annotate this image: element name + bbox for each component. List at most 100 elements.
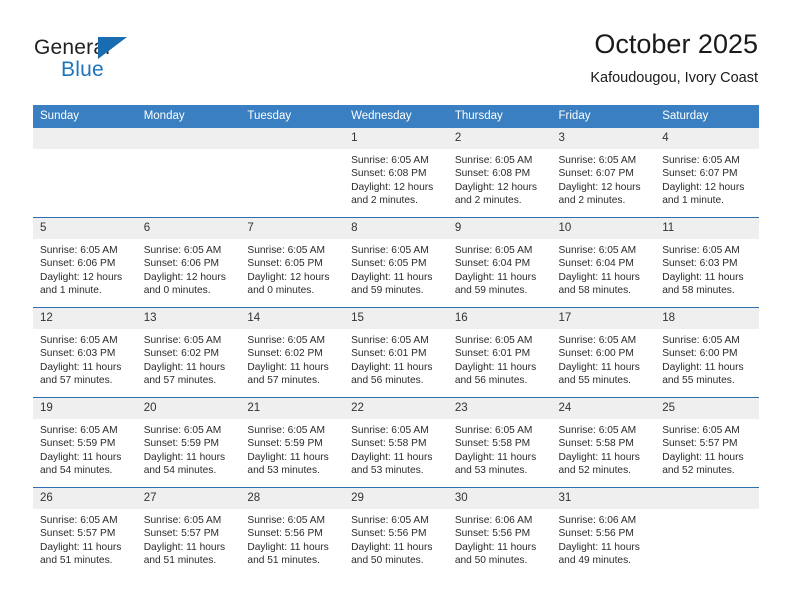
calendar-week-row: 19 Sunrise: 6:05 AM Sunset: 5:59 PM Dayligh… [33,397,759,488]
calendar-day-cell[interactable]: 1 Sunrise: 6:05 AM Sunset: 6:08 PM Daylight… [344,128,448,218]
sunrise-text: Sunrise: 6:05 AM [247,335,325,346]
sunset-text: Sunset: 5:56 PM [351,528,427,540]
sunrise-text: Sunrise: 6:05 AM [40,515,118,526]
day-details: Sunrise: 6:05 AM Sunset: 6:07 PM Daylight:… [655,149,759,208]
sunrise-text: Sunrise: 6:05 AM [247,515,325,526]
day-number: 20 [136,398,241,419]
calendar-day-cell-empty [33,128,137,218]
calendar-day-cell[interactable]: 13 Sunrise: 6:05 AM Sunset: 6:02 PM Dayligh… [136,307,241,398]
day-details: Sunrise: 6:05 AM Sunset: 5:59 PM Daylight:… [240,419,344,478]
sunset-text: Sunset: 6:04 PM [454,258,531,270]
calendar-day-cell[interactable]: 21 Sunrise: 6:05 AM Sunset: 5:59 PM Dayligh… [240,397,345,488]
calendar-day-cell[interactable]: 18 Sunrise: 6:05 AM Sunset: 6:00 PM Dayligh… [655,307,759,398]
daylight-text: Daylight: 11 hours and 51 minutes. [40,541,122,567]
calendar-day-cell[interactable]: 5 Sunrise: 6:05 AM Sunset: 6:06 PM Daylight… [33,217,137,308]
day-details: Sunrise: 6:05 AM Sunset: 6:01 PM Daylight:… [344,329,448,388]
daylight-text: Daylight: 11 hours and 53 minutes. [247,451,329,477]
sunset-text: Sunset: 5:58 PM [454,438,531,450]
calendar-day-cell[interactable]: 4 Sunrise: 6:05 AM Sunset: 6:07 PM Daylight… [655,128,759,218]
day-number: 24 [551,398,656,419]
day-details: Sunrise: 6:05 AM Sunset: 6:08 PM Daylight:… [448,149,552,208]
sunset-text: Sunset: 6:00 PM [558,348,634,360]
sunset-text: Sunset: 6:03 PM [40,348,116,360]
calendar-day-cell[interactable]: 23 Sunrise: 6:05 AM Sunset: 5:58 PM Dayligh… [447,397,552,488]
calendar-day-cell[interactable]: 14 Sunrise: 6:05 AM Sunset: 6:02 PM Dayligh… [240,307,345,398]
calendar-day-cell[interactable]: 24 Sunrise: 6:05 AM Sunset: 5:58 PM Dayligh… [551,397,656,488]
general-blue-logo[interactable]: General Blue [34,28,234,90]
sunset-text: Sunset: 6:02 PM [247,348,323,360]
title-block: October 2025 Kafoudougou, Ivory Coast [590,28,758,88]
sunset-text: Sunset: 5:59 PM [40,438,116,450]
calendar-day-cell[interactable]: 17 Sunrise: 6:05 AM Sunset: 6:00 PM Dayligh… [551,307,656,398]
sunset-text: Sunset: 5:58 PM [558,438,634,450]
daylight-text: Daylight: 11 hours and 56 minutes. [351,361,433,387]
day-number: 9 [447,218,552,239]
sunrise-text: Sunrise: 6:06 AM [558,515,637,526]
day-details: Sunrise: 6:05 AM Sunset: 6:04 PM Daylight:… [448,239,552,298]
calendar-day-cell[interactable]: 8 Sunrise: 6:05 AM Sunset: 6:05 PM Daylight… [344,217,448,308]
calendar-day-cell-empty [655,487,759,577]
calendar-day-cell[interactable]: 3 Sunrise: 6:05 AM Sunset: 6:07 PM Daylight… [551,128,656,218]
page-title: October 2025 [594,29,758,59]
daylight-text: Daylight: 11 hours and 55 minutes. [662,361,744,387]
calendar-week-row: 12 Sunrise: 6:05 AM Sunset: 6:03 PM Dayligh… [33,307,759,398]
calendar-day-cell[interactable]: 11 Sunrise: 6:05 AM Sunset: 6:03 PM Dayligh… [655,217,759,308]
calendar-day-cell[interactable]: 7 Sunrise: 6:05 AM Sunset: 6:05 PM Daylight… [240,217,345,308]
calendar-day-cell[interactable]: 25 Sunrise: 6:05 AM Sunset: 5:57 PM Dayligh… [655,397,759,488]
calendar-day-cell[interactable]: 9 Sunrise: 6:05 AM Sunset: 6:04 PM Daylight… [447,217,552,308]
day-details: Sunrise: 6:05 AM Sunset: 6:00 PM Daylight:… [552,329,656,388]
day-details: Sunrise: 6:05 AM Sunset: 6:08 PM Daylight:… [344,149,448,208]
page-header: General Blue October 2025 Kafoudougou, I… [34,28,758,98]
sunrise-text: Sunrise: 6:05 AM [40,335,118,346]
calendar-day-cell[interactable]: 15 Sunrise: 6:05 AM Sunset: 6:01 PM Dayligh… [344,307,448,398]
calendar-day-cell-empty [136,128,241,218]
sunset-text: Sunset: 6:05 PM [351,258,427,270]
sunset-text: Sunset: 5:57 PM [40,528,116,540]
calendar-day-cell[interactable]: 31 Sunrise: 6:06 AM Sunset: 5:56 PM Dayligh… [551,487,656,577]
calendar-day-cell[interactable]: 12 Sunrise: 6:05 AM Sunset: 6:03 PM Dayligh… [33,307,137,398]
day-details: Sunrise: 6:05 AM Sunset: 5:56 PM Daylight:… [344,509,448,568]
weekday-header-sunday: Sunday [33,105,137,128]
day-number: 6 [136,218,241,239]
daylight-text: Daylight: 12 hours and 0 minutes. [247,271,330,297]
day-details: Sunrise: 6:05 AM Sunset: 5:59 PM Daylight:… [137,419,241,478]
calendar-day-cell[interactable]: 28 Sunrise: 6:05 AM Sunset: 5:56 PM Dayligh… [240,487,345,577]
calendar-day-cell[interactable]: 20 Sunrise: 6:05 AM Sunset: 5:59 PM Dayligh… [136,397,241,488]
calendar-day-cell[interactable]: 26 Sunrise: 6:05 AM Sunset: 5:57 PM Dayligh… [33,487,137,577]
sunset-text: Sunset: 5:59 PM [143,438,220,450]
daylight-text: Daylight: 11 hours and 57 minutes. [247,361,329,387]
day-number: 1 [344,128,448,149]
day-number: 23 [447,398,552,419]
calendar-day-cell[interactable]: 30 Sunrise: 6:06 AM Sunset: 5:56 PM Dayligh… [447,487,552,577]
sunset-text: Sunset: 6:02 PM [143,348,220,360]
day-details: Sunrise: 6:05 AM Sunset: 5:58 PM Daylight:… [344,419,448,478]
sunrise-text: Sunrise: 6:05 AM [662,155,740,166]
day-details: Sunrise: 6:06 AM Sunset: 5:56 PM Daylight:… [552,509,656,568]
calendar-day-cell[interactable]: 29 Sunrise: 6:05 AM Sunset: 5:56 PM Dayligh… [344,487,448,577]
sunrise-text: Sunrise: 6:05 AM [454,425,533,436]
daylight-text: Daylight: 11 hours and 54 minutes. [40,451,122,477]
weekday-header-wednesday: Wednesday [344,105,448,128]
calendar-day-cell[interactable]: 22 Sunrise: 6:05 AM Sunset: 5:58 PM Dayligh… [344,397,448,488]
sunset-text: Sunset: 6:08 PM [454,168,531,180]
daylight-text: Daylight: 11 hours and 53 minutes. [351,451,433,477]
calendar-page: General Blue October 2025 Kafoudougou, I… [0,0,792,612]
calendar-day-cell[interactable]: 2 Sunrise: 6:05 AM Sunset: 6:08 PM Daylight… [447,128,552,218]
day-number: 15 [344,308,448,329]
calendar-week-row: 1 Sunrise: 6:05 AM Sunset: 6:08 PM Daylight… [33,128,759,218]
sunset-text: Sunset: 5:56 PM [558,528,634,540]
calendar-day-cell[interactable]: 6 Sunrise: 6:05 AM Sunset: 6:06 PM Daylight… [136,217,241,308]
day-number: 29 [344,488,448,509]
calendar-day-cell[interactable]: 16 Sunrise: 6:05 AM Sunset: 6:01 PM Dayligh… [447,307,552,398]
calendar-day-cell[interactable]: 10 Sunrise: 6:05 AM Sunset: 6:04 PM Dayligh… [551,217,656,308]
calendar-day-cell[interactable]: 19 Sunrise: 6:05 AM Sunset: 5:59 PM Dayligh… [33,397,137,488]
calendar-day-cell[interactable]: 27 Sunrise: 6:05 AM Sunset: 5:57 PM Dayligh… [136,487,241,577]
day-details: Sunrise: 6:06 AM Sunset: 5:56 PM Daylight:… [448,509,552,568]
day-details: Sunrise: 6:05 AM Sunset: 6:02 PM Daylight:… [137,329,241,388]
daylight-text: Daylight: 11 hours and 55 minutes. [558,361,640,387]
day-number: 31 [551,488,656,509]
daylight-text: Daylight: 11 hours and 49 minutes. [558,541,640,567]
day-number: 14 [240,308,345,329]
sunset-text: Sunset: 6:07 PM [558,168,634,180]
day-details: Sunrise: 6:05 AM Sunset: 6:06 PM Daylight:… [33,239,137,298]
